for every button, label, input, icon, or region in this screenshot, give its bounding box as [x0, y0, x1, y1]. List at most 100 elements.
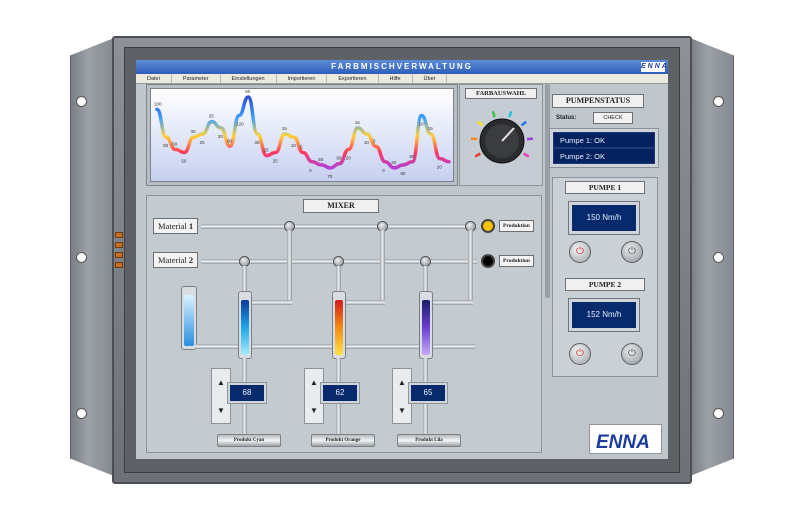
mix-tube-lila [419, 291, 433, 359]
data-label: 0 [382, 168, 385, 173]
knob-color-tick [476, 120, 484, 127]
pumpe1-power-on-button[interactable]: ⏻ [569, 241, 591, 263]
enna-logo-small: ENNA [641, 62, 668, 72]
data-label: 0 [309, 168, 312, 173]
menu-item-hilfe[interactable]: Hilfe [379, 74, 413, 83]
data-label: 15 [355, 120, 361, 125]
svg-text:ENNA: ENNA [596, 432, 650, 453]
data-label: 25 [264, 148, 270, 153]
data-label: 120 [236, 122, 244, 127]
lila-value-box: 65 [408, 382, 448, 404]
data-label: 50 [181, 159, 187, 164]
mount-hole [713, 252, 724, 263]
right-mounting-bracket [690, 38, 734, 476]
data-label: 5 [300, 145, 303, 150]
mount-hole [713, 408, 724, 419]
app-title: FARBMISCHVERWALTUNG [331, 62, 473, 71]
side-connector [115, 242, 123, 248]
menu-item-exportieren[interactable]: Exportieren [327, 74, 379, 83]
data-label: 50 [318, 157, 324, 162]
mix-tube-orange [332, 291, 346, 359]
pumpenstatus-title: PUMPENSTATUS [552, 94, 644, 108]
series-line [155, 95, 451, 170]
orange-value: 62 [323, 385, 357, 401]
enna-logo: ENNA [589, 424, 662, 454]
hmi-screen: FARBMISCHVERWALTUNG ENNA Datei Parameter… [136, 60, 668, 459]
mix-tube-lila-fill [422, 300, 430, 355]
pipe-connector [251, 300, 292, 305]
material1-pipe [201, 224, 477, 229]
tube-inlet [336, 266, 341, 294]
material2-lamp [481, 254, 495, 268]
data-label: 60 [245, 89, 251, 94]
data-label: 60 [172, 141, 178, 146]
data-label: 20 [346, 155, 352, 160]
data-label: 20 [391, 160, 397, 165]
enna-logo-graphic: ENNA [596, 432, 650, 453]
pipe-riser [380, 230, 385, 303]
data-label: 15 [428, 126, 434, 131]
orange-value-box: 62 [320, 382, 360, 404]
power-icon: ⏻ [628, 348, 636, 359]
knob-color-tick [508, 111, 513, 118]
mix-tube-cyan-fill [241, 300, 249, 355]
menu-item-einstellungen[interactable]: Einstellungen [221, 74, 277, 83]
menu-item-importieren[interactable]: Importieren [277, 74, 328, 83]
color-knob[interactable] [460, 101, 544, 185]
menu-item-parameter[interactable]: Parameter [172, 74, 221, 83]
data-label: 60 [337, 156, 343, 161]
side-connector [115, 252, 123, 258]
app-titlebar: FARBMISCHVERWALTUNG ENNA [136, 60, 668, 74]
material2-produktion-label: Produktion [499, 255, 534, 267]
material1-label: Material 1 [153, 218, 199, 234]
pumpe1-power-off-button[interactable]: ⏻ [621, 241, 643, 263]
tube-inlet [242, 266, 247, 294]
data-label: 70 [327, 174, 333, 179]
data-label: 25 [273, 159, 279, 164]
chart-svg: 10080 60503025252090120604025251510 505070… [154, 89, 451, 179]
cyan-value: 68 [230, 385, 264, 401]
mix-tube-cyan [238, 291, 252, 359]
mixer-panel: MIXER Material 1 Produktion Material 2 P… [146, 195, 542, 453]
mount-hole [76, 252, 87, 263]
data-label: 10 [291, 143, 297, 148]
data-label: 20 [437, 165, 443, 170]
mount-hole [76, 96, 87, 107]
pipe-connector [430, 300, 473, 305]
data-label: 25 [209, 114, 215, 119]
data-label: 10 [419, 122, 425, 127]
data-label: 90 [227, 138, 233, 143]
source-reservoir [181, 286, 197, 350]
data-label: 15 [282, 126, 288, 131]
pumpe1-status: Pumpe 1: OK [553, 132, 655, 148]
side-connector [115, 262, 123, 268]
data-label: 60 [410, 154, 416, 159]
status-label: Status: [556, 115, 577, 121]
check-button[interactable]: CHECK [593, 112, 633, 124]
pumpe2-value-display: 152 Nm/h [568, 298, 640, 332]
data-label: 90 [400, 171, 406, 176]
data-label: 40 [254, 140, 260, 145]
menu-item-datei[interactable]: Datei [136, 74, 172, 83]
menu-item-ueber[interactable]: Über [413, 74, 448, 83]
pipe-riser [468, 230, 473, 303]
knob-color-tick [523, 152, 530, 158]
data-label: 30 [191, 129, 197, 134]
produkt-orange-output: Produkt Orange [311, 434, 375, 447]
pumpe2-power-on-button[interactable]: ⏻ [569, 343, 591, 365]
pumpe2-power-off-button[interactable]: ⏻ [621, 343, 643, 365]
pumpe1-title: PUMPE 1 [565, 181, 645, 194]
pipe-connector [343, 300, 385, 305]
power-icon: ⏻ [576, 246, 584, 257]
data-label: 80 [163, 143, 169, 148]
produkt-lila-output: Produkt Lila [397, 434, 461, 447]
data-label: 100 [154, 101, 162, 106]
data-label: 5 [373, 138, 376, 143]
mount-hole [713, 96, 724, 107]
power-icon: ⏻ [576, 348, 584, 359]
knob-color-tick [491, 111, 496, 118]
mix-tube-orange-fill [335, 300, 343, 355]
side-connector [115, 232, 123, 238]
pumpe1-value-display: 150 Nm/h [568, 201, 640, 235]
data-label: 25 [200, 140, 206, 145]
